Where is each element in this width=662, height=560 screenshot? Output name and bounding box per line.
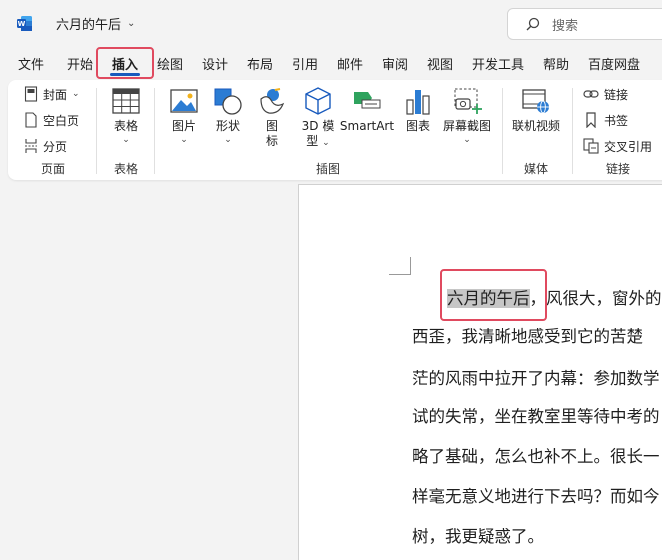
cross-reference-button[interactable]: 交叉引用 (583, 136, 652, 156)
chevron-down-icon: ⌄ (122, 135, 130, 145)
table-button[interactable]: 表格 ⌄ (108, 86, 144, 146)
smartart-icon (354, 92, 381, 109)
picture-icon (170, 89, 198, 113)
link-button[interactable]: 链接 (583, 84, 628, 104)
screenshot-icon (454, 88, 482, 114)
illustrations-group-label: 插图 (316, 162, 341, 176)
screenshot-label: 屏幕截图 (442, 119, 491, 133)
title-bar: W 六月的午后 ⌄ 搜索 (0, 0, 662, 46)
shapes-label: 形状 (215, 119, 240, 133)
tab-references[interactable]: 引用 (292, 54, 318, 73)
margin-corner-mark (389, 257, 411, 275)
3d-models-label-line1: 3D 模 (301, 119, 335, 133)
cover-page-icon (24, 86, 38, 102)
online-video-button[interactable]: 联机视频 (508, 86, 564, 134)
document-line[interactable]: 略了基础，怎么也补不上。很长一 (412, 443, 660, 467)
table-icon (112, 88, 140, 114)
tab-file[interactable]: 文件 (18, 54, 44, 73)
document-line[interactable]: 茫的风雨中拉开了内幕：参加数学 (412, 365, 660, 389)
chevron-down-icon: ⌄ (180, 135, 188, 145)
pictures-button[interactable]: 图片 ⌄ (166, 86, 202, 146)
link-label: 链接 (604, 87, 629, 102)
table-label: 表格 (113, 119, 138, 133)
3d-models-label-line2: 型 ⌄ (306, 134, 330, 148)
ribbon-panel: 封面 ⌄ 空白页 分页 页面 表格 ⌄ 表格 图片 ⌄ 形状 ⌄ 图 标 3D … (8, 80, 662, 180)
chevron-down-icon: ⌄ (322, 138, 330, 148)
tab-mailings[interactable]: 邮件 (337, 54, 363, 73)
group-divider (96, 88, 97, 174)
shapes-button[interactable]: 形状 ⌄ (210, 86, 246, 146)
chevron-down-icon: ⌄ (127, 18, 136, 29)
tab-help[interactable]: 帮助 (543, 54, 569, 73)
document-line[interactable]: 试的失常，坐在教室里等待中考的 (412, 403, 660, 427)
chevron-down-icon: ⌄ (72, 89, 80, 99)
word-icon[interactable]: W (16, 15, 33, 32)
page-break-label: 分页 (43, 139, 68, 154)
group-divider (502, 88, 503, 174)
blank-page-button[interactable]: 空白页 (24, 110, 79, 130)
link-icon (583, 90, 599, 98)
bar-chart-icon (406, 90, 430, 115)
tab-review[interactable]: 审阅 (382, 54, 408, 73)
search-icon (526, 17, 540, 31)
cover-page-button[interactable]: 封面 ⌄ (24, 84, 80, 104)
screenshot-button[interactable]: 屏幕截图 ⌄ (440, 86, 494, 146)
smartart-button[interactable]: SmartArt (338, 86, 396, 134)
smartart-label: SmartArt (339, 119, 395, 133)
search-placeholder: 搜索 (552, 18, 579, 34)
cross-reference-label: 交叉引用 (604, 139, 653, 154)
icons-button[interactable]: 图 标 (254, 86, 290, 149)
chevron-down-icon: ⌄ (463, 135, 471, 145)
tab-view[interactable]: 视图 (427, 54, 453, 73)
document-title[interactable]: 六月的午后 ⌄ (56, 14, 135, 33)
tables-group-label: 表格 (114, 162, 139, 176)
insert-tab-highlight (96, 47, 154, 79)
page-break-button[interactable]: 分页 (24, 136, 67, 156)
pictures-label: 图片 (171, 119, 196, 133)
chart-label: 图表 (405, 119, 430, 133)
document-title-label: 六月的午后 (56, 18, 122, 33)
tab-design[interactable]: 设计 (202, 54, 228, 73)
media-group-label: 媒体 (524, 162, 549, 176)
bookmark-button[interactable]: 书签 (583, 110, 628, 130)
pages-group-label: 页面 (41, 162, 66, 176)
page-break-icon (25, 139, 37, 153)
selection-highlight-box (440, 269, 547, 321)
document-page[interactable]: 六月的午后，风很大，窗外的 西歪，我清晰地感受到它的苦楚 茫的风雨中拉开了内幕：… (298, 184, 662, 560)
bookmark-label: 书签 (604, 113, 629, 128)
chart-button[interactable]: 图表 (400, 86, 436, 134)
document-line[interactable]: 树，我更疑惑了。 (412, 523, 544, 547)
svg-text:W: W (18, 20, 26, 28)
bookmark-icon (586, 112, 596, 128)
links-group-label: 链接 (606, 162, 631, 176)
search-input[interactable]: 搜索 (507, 8, 662, 40)
tab-developer[interactable]: 开发工具 (472, 54, 524, 73)
icons-icon (260, 88, 285, 114)
document-line-1-rest[interactable]: ，风很大，窗外的 (530, 289, 662, 308)
document-line[interactable]: 样毫无意义地进行下去吗？而如今 (412, 483, 660, 507)
3d-models-button[interactable]: 3D 模 型 ⌄ (295, 86, 341, 149)
group-divider (572, 88, 573, 174)
online-video-label: 联机视频 (511, 119, 560, 133)
document-line[interactable]: 西歪，我清晰地感受到它的苦楚 (412, 323, 643, 347)
3d-cube-icon (305, 87, 331, 115)
blank-page-label: 空白页 (43, 113, 80, 128)
blank-page-icon (25, 112, 37, 128)
online-video-icon (522, 89, 549, 114)
icons-label-line2: 标 (265, 134, 278, 148)
icons-label-line1: 图 (265, 119, 278, 133)
chevron-down-icon: ⌄ (224, 135, 232, 145)
tab-layout[interactable]: 布局 (247, 54, 273, 73)
group-divider (154, 88, 155, 174)
tab-baidu-netdisk[interactable]: 百度网盘 (588, 54, 640, 73)
tab-draw[interactable]: 绘图 (157, 54, 183, 73)
tab-home[interactable]: 开始 (67, 54, 93, 73)
cross-reference-icon (583, 138, 599, 154)
cover-page-label: 封面 (43, 87, 68, 102)
shapes-icon (214, 88, 242, 115)
